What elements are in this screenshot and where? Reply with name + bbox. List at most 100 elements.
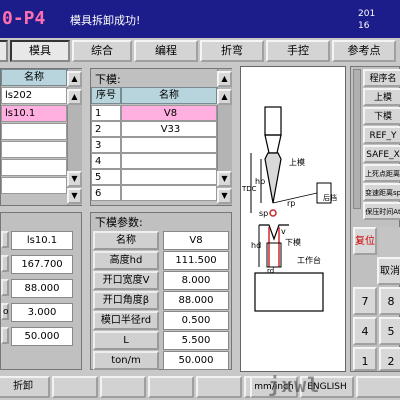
app-title: 0-P4 [2,8,46,29]
tooling-diagram-svg [250,106,332,312]
upper-die-label: 上模 [289,158,305,167]
rp-label: rp [287,199,296,208]
upper-list-row-selected[interactable]: ls10.1 [1,105,67,122]
tooling-diagram: TDC hp 上模 rp sp 后档 v 下模 hd rd 工作台 [240,66,346,372]
function-button-4[interactable] [148,376,194,398]
lower-list-name[interactable] [121,153,217,169]
hd-label: hd [251,241,262,250]
cancel-button[interactable]: 取消 [377,257,400,285]
key-1-button[interactable]: 1 [353,347,377,371]
upper-list-row[interactable] [1,177,67,194]
upper-param-name-value[interactable]: ls10.1 [11,231,73,250]
disassemble-button[interactable]: 折卸 [0,376,50,398]
lower-die-list: 下模: 序号 名称 1 V8 2 V33 3 4 5 6 ▲ ▲ ▼ ▼ [90,68,232,206]
right-panel-indicator [353,69,361,209]
lower-list-no[interactable]: 6 [91,185,121,201]
function-button-5[interactable] [196,376,242,398]
scroll-up-icon[interactable]: ▲ [217,71,232,87]
lower-list-no[interactable]: 3 [91,137,121,153]
tab-mold[interactable]: 模具 [10,40,70,62]
reset-button[interactable]: 复位 [353,227,377,255]
key-2-button[interactable]: 2 [379,347,400,371]
upper-die-holder [264,106,282,136]
dwell-time-field[interactable]: 保压时间At [363,202,400,220]
status-message: 模具拆卸成功! [70,14,141,27]
function-button-9[interactable] [356,376,400,398]
upper-param-label [1,279,9,296]
upper-die-list: 名称 ls202 ls10.1 ▲ ▲ ▼ ▼ [0,68,82,206]
upper-die-punch [264,152,282,204]
lower-list-no[interactable]: 5 [91,169,121,185]
upper-param-angle-value[interactable]: 88.000 [11,279,73,298]
key-5-button[interactable]: 5 [379,317,400,345]
upper-param-label [1,255,9,272]
upper-die-field[interactable]: 上模 [363,88,400,106]
work-table-label: 工作台 [297,256,321,265]
lower-list-name-selected[interactable]: V8 [121,105,217,121]
upper-die-params: ls10.1 167.700 88.000 o 3.000 50.000 [0,212,82,370]
lower-param-width-value[interactable]: 8.000 [163,271,229,290]
lower-param-tonnage-value[interactable]: 50.000 [163,351,229,370]
scroll-up-icon[interactable]: ▲ [67,71,82,87]
lower-die-label: 下模 [285,238,301,247]
safe-x-field[interactable]: SAFE_X [363,145,400,163]
tab-bending[interactable]: 折弯 [200,40,264,62]
lower-list-no[interactable]: 1 [91,105,121,121]
upper-list-row[interactable]: ls202 [1,87,67,104]
tab-prev[interactable] [0,40,8,62]
scroll-down-icon[interactable]: ▼ [217,188,232,204]
lower-list-name[interactable] [121,185,217,201]
lower-list-col-name: 名称 [121,87,217,104]
upper-list-col-name: 名称 [1,69,67,86]
lower-param-label-width: 开口宽度V [93,271,159,290]
hp-label: hp [255,177,266,186]
tab-general[interactable]: 综合 [72,40,132,62]
lower-list-no[interactable]: 4 [91,153,121,169]
scroll-page-up-icon[interactable]: ▲ [67,89,82,105]
clock-line-1: 201 [358,9,376,19]
top-dead-center-field[interactable]: 上死点距离TD [363,164,400,182]
lower-param-height-value[interactable]: 111.500 [163,251,229,270]
upper-param-radius-value[interactable]: 3.000 [11,303,73,322]
upper-list-row[interactable] [1,123,67,140]
scroll-page-down-icon[interactable]: ▼ [217,171,232,187]
lower-param-angle-value[interactable]: 88.000 [163,291,229,310]
program-name-field[interactable]: 程序名 [363,69,400,87]
lower-list-col-no: 序号 [91,87,121,104]
lower-param-label-height: 高度hd [93,251,159,270]
lower-list-name[interactable] [121,137,217,153]
lower-param-radius-value[interactable]: 0.500 [163,311,229,330]
lower-list-name[interactable]: V33 [121,121,217,137]
program-info-panel: 程序名 上模 下模 REF_Y SAFE_X 上死点距离TD 变速距离sp 保压… [350,66,400,372]
scroll-down-icon[interactable]: ▼ [67,188,82,204]
key-8-button[interactable]: 8 [379,287,400,315]
tab-programming[interactable]: 编程 [134,40,198,62]
function-button-2[interactable] [52,376,98,398]
lower-param-length-value[interactable]: 5.500 [163,331,229,350]
tab-reference-point[interactable]: 参考点 [332,40,396,62]
scroll-page-up-icon[interactable]: ▲ [217,89,232,105]
tab-manual[interactable]: 手控 [266,40,330,62]
punch-tip-marker [269,209,277,217]
lower-die-params: 下模参数: 名称 V8 高度hd 111.500 开口宽度V 8.000 开口角… [90,212,232,370]
ref-y-field[interactable]: REF_Y [363,126,400,144]
upper-list-row[interactable] [1,141,67,158]
upper-list-row[interactable] [1,159,67,176]
upper-param-tonnage-value[interactable]: 50.000 [11,327,73,346]
lower-param-label-name: 名称 [93,231,159,250]
watermark: jxwl [268,373,321,397]
lower-list-name[interactable] [121,169,217,185]
upper-param-height-value[interactable]: 167.700 [11,255,73,274]
key-7-button[interactable]: 7 [353,287,377,315]
scroll-page-down-icon[interactable]: ▼ [67,171,82,187]
sp-label: sp [259,209,269,218]
clock-line-2: 16 [358,21,370,31]
speed-change-distance-field[interactable]: 变速距离sp [363,183,400,201]
lower-list-no[interactable]: 2 [91,121,121,137]
backgauge-label: 后档 [323,194,337,202]
lower-die-field[interactable]: 下模 [363,107,400,125]
key-4-button[interactable]: 4 [353,317,377,345]
lower-param-name-value[interactable]: V8 [163,231,229,250]
function-button-3[interactable] [100,376,146,398]
lower-param-label-length: L [93,331,159,350]
